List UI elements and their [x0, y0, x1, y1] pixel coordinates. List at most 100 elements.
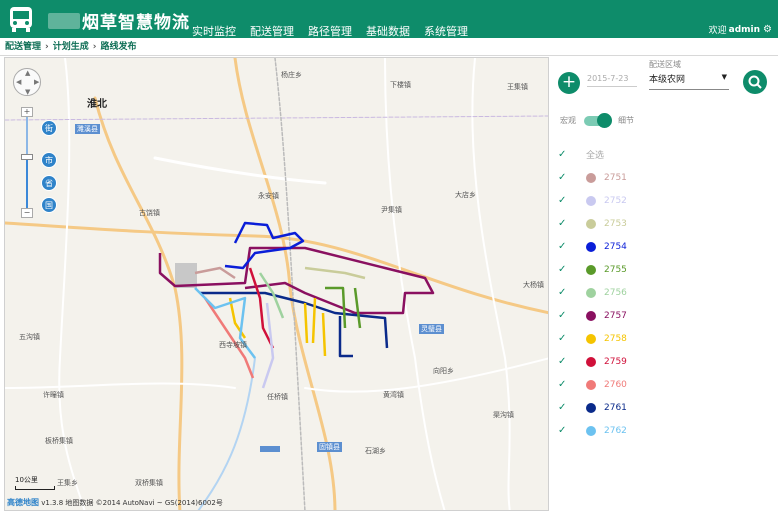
county-label: 濉溪县: [75, 124, 100, 134]
zoom-in-button[interactable]: +: [21, 107, 33, 117]
route-row[interactable]: ✓ 2754: [552, 235, 776, 258]
pan-up-icon[interactable]: ▲: [25, 69, 30, 77]
welcome-text: 欢迎: [708, 26, 727, 36]
route-row[interactable]: ✓ 2758: [552, 327, 776, 350]
local-road: [153, 156, 327, 185]
route-row[interactable]: ✓ 2751: [552, 166, 776, 189]
route-row[interactable]: ✓ 2761: [552, 396, 776, 419]
river-line: [197, 357, 256, 510]
county-label: 固镇县: [317, 442, 342, 452]
zoom-slider[interactable]: + −: [21, 107, 33, 218]
map-label: 下楼镇: [390, 81, 411, 89]
route-row[interactable]: ✓ 2755: [552, 258, 776, 281]
area-label: 配送区域: [649, 60, 681, 69]
checkmark-icon[interactable]: ✓: [552, 241, 586, 252]
gear-icon[interactable]: ⚙: [763, 24, 772, 35]
caret-down-icon: ▼: [721, 73, 727, 81]
map-label: 黄湾镇: [383, 391, 404, 399]
zoom-level-country[interactable]: 国: [41, 197, 57, 213]
checkmark-icon[interactable]: ✓: [552, 172, 586, 183]
zoom-level-province[interactable]: 省: [41, 175, 57, 191]
nav-monitor[interactable]: 实时监控: [192, 23, 236, 39]
map-view[interactable]: 淮北 杨庄乡 下楼镇 王集镇 古饶镇 永安镇 尹集镇 大店乡 五沟镇 许疃镇 板…: [4, 57, 549, 511]
checkmark-icon[interactable]: ✓: [552, 195, 586, 206]
boundary-line: [5, 115, 548, 121]
map-label: 任桥镇: [267, 393, 288, 401]
checkmark-icon[interactable]: ✓: [552, 333, 586, 344]
route-id: 2760: [604, 379, 627, 390]
pan-down-icon[interactable]: ▼: [25, 88, 30, 96]
route-list: ✓ 全选 ✓ 2751 ✓ 2752 ✓ 2753 ✓ 2754 ✓ 2755 ✓ 2756 ✓ 2757…: [552, 143, 776, 442]
scale-bar: [15, 486, 55, 490]
route-row[interactable]: ✓ 2759: [552, 350, 776, 373]
route-2754: [224, 221, 305, 270]
route-id: 2755: [604, 264, 627, 275]
checkmark-icon[interactable]: ✓: [552, 264, 586, 275]
map-scale: 10公里: [15, 475, 55, 490]
map-label: 渠沟镇: [493, 411, 514, 419]
route-id: 2752: [604, 195, 627, 206]
checkmark-icon[interactable]: ✓: [552, 425, 586, 436]
search-button[interactable]: [743, 70, 767, 94]
breadcrumb-delivery[interactable]: 配送管理: [5, 42, 41, 52]
route-2752: [261, 302, 275, 389]
nav-route[interactable]: 路径管理: [308, 23, 352, 39]
breadcrumb-plan[interactable]: 计划生成: [53, 42, 89, 52]
route-color-swatch: [586, 195, 596, 206]
route-row[interactable]: ✓ 2757: [552, 304, 776, 327]
checkmark-icon[interactable]: ✓: [552, 402, 586, 413]
switch-knob: [597, 112, 612, 128]
route-id: 2757: [604, 310, 627, 321]
username[interactable]: admin: [729, 25, 760, 35]
main-nav: 实时监控 配送管理 路径管理 基础数据 系统管理: [192, 23, 482, 39]
nav-system[interactable]: 系统管理: [424, 23, 468, 39]
date-field[interactable]: 2015-7-23: [587, 74, 637, 87]
bus-icon: [10, 7, 32, 32]
route-row[interactable]: ✓ 2760: [552, 373, 776, 396]
amap-logo: 高德地图: [7, 498, 39, 507]
map-label: 双桥集镇: [135, 479, 163, 487]
zoom-handle[interactable]: [21, 154, 33, 160]
local-road: [471, 58, 511, 510]
map-label: 王集乡: [57, 479, 78, 487]
checkmark-icon[interactable]: ✓: [552, 149, 586, 160]
zoom-level-city[interactable]: 市: [41, 152, 57, 168]
checkmark-icon[interactable]: ✓: [552, 310, 586, 321]
macro-detail-switch[interactable]: [584, 112, 612, 128]
map-label: 王集镇: [507, 83, 528, 91]
checkmark-icon[interactable]: ✓: [552, 218, 586, 229]
view-toggle: 宏观 细节: [560, 112, 634, 128]
map-label: 永安镇: [258, 192, 279, 200]
route-row[interactable]: ✓ 2762: [552, 419, 776, 442]
checkmark-icon[interactable]: ✓: [552, 356, 586, 367]
route-2758: [303, 302, 309, 344]
select-all-row[interactable]: ✓ 全选: [552, 143, 776, 166]
map-label: 五沟镇: [19, 333, 40, 341]
route-color-swatch: [586, 287, 596, 298]
route-row[interactable]: ✓ 2752: [552, 189, 776, 212]
pan-control[interactable]: ▲ ▼ ◀ ▶: [13, 68, 41, 96]
pan-left-icon[interactable]: ◀: [16, 78, 21, 86]
map-label: 大杨镇: [523, 281, 544, 289]
redacted-block: [260, 446, 280, 452]
checkmark-icon[interactable]: ✓: [552, 379, 586, 390]
route-row[interactable]: ✓ 2753: [552, 212, 776, 235]
local-road: [5, 382, 236, 389]
zoom-out-button[interactable]: −: [21, 208, 33, 218]
checkmark-icon[interactable]: ✓: [552, 287, 586, 298]
route-2753: [304, 266, 366, 280]
nav-basedata[interactable]: 基础数据: [366, 23, 410, 39]
area-select[interactable]: 本级农网 ▼: [649, 72, 729, 90]
route-color-swatch: [586, 241, 596, 252]
county-label: 灵璧县: [419, 324, 444, 334]
map-label: 板桥集镇: [45, 437, 73, 445]
search-icon: [748, 75, 762, 89]
breadcrumb: 配送管理 › 计划生成 › 路线发布: [0, 38, 778, 56]
map-label: 西寺坡镇: [219, 341, 247, 349]
route-row[interactable]: ✓ 2756: [552, 281, 776, 304]
toggle-right-label: 细节: [618, 116, 634, 125]
zoom-level-street[interactable]: 街: [41, 120, 57, 136]
nav-delivery[interactable]: 配送管理: [250, 23, 294, 39]
pan-right-icon[interactable]: ▶: [34, 78, 39, 86]
add-button[interactable]: +: [558, 72, 580, 94]
